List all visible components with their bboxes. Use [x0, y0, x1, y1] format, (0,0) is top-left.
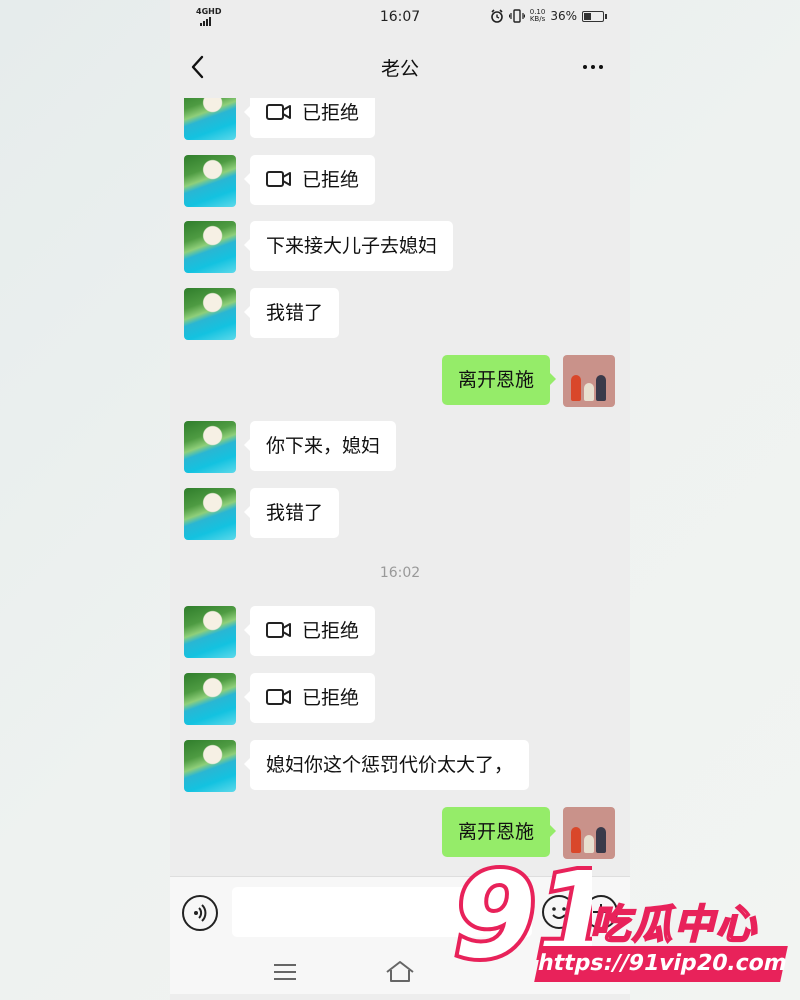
- video-camera-icon: [266, 103, 291, 120]
- message-row: 已拒绝: [170, 606, 630, 658]
- video-camera-icon: [266, 688, 291, 705]
- chat-header: 老公: [170, 34, 630, 98]
- message-row: 我错了: [170, 288, 630, 340]
- voice-waves-icon: [194, 904, 207, 922]
- contact-avatar[interactable]: [184, 98, 236, 140]
- video-camera-icon: [266, 170, 291, 187]
- network-speed: 0.10 KB/s: [529, 8, 546, 23]
- video-call-message[interactable]: 已拒绝: [243, 606, 376, 656]
- message-row: 媳妇你这个惩罚代价太大了，: [170, 740, 630, 792]
- video-call-message[interactable]: 已拒绝: [243, 155, 376, 205]
- text-message[interactable]: 你下来，媳妇: [243, 421, 397, 471]
- message-text: 已拒绝: [302, 169, 360, 191]
- contact-avatar[interactable]: [184, 673, 236, 725]
- battery-percent: 36%: [550, 9, 577, 23]
- message-row: 已拒绝: [170, 98, 630, 140]
- battery-icon: [582, 10, 607, 22]
- watermark: 91 吃瓜中心 https://91vip20.com: [452, 848, 792, 998]
- message-text: 已拒绝: [302, 620, 360, 642]
- message-row: 你下来，媳妇: [170, 421, 630, 473]
- message-row: 已拒绝: [170, 155, 630, 207]
- message-timestamp: 16:02: [379, 565, 421, 581]
- home-key-icon[interactable]: [384, 958, 416, 984]
- chat-title: 老公: [380, 58, 419, 80]
- message-row: 已拒绝: [170, 673, 630, 725]
- text-message[interactable]: 我错了: [243, 488, 340, 538]
- my-avatar[interactable]: [563, 355, 615, 407]
- contact-avatar[interactable]: [184, 288, 236, 340]
- message-row: 我错了: [170, 488, 630, 540]
- contact-avatar[interactable]: [184, 221, 236, 273]
- alarm-icon: [490, 9, 503, 23]
- message-text: 已拒绝: [302, 687, 360, 709]
- contact-avatar[interactable]: [184, 155, 236, 207]
- contact-avatar[interactable]: [184, 421, 236, 473]
- message-list[interactable]: 已拒绝 已拒绝 下来接大儿子去媳妇 我错了 离开恩施 你下来，媳妇 我错了 16…: [170, 98, 630, 876]
- watermark-url: https://91vip20.com: [534, 946, 789, 982]
- video-camera-icon: [266, 621, 291, 638]
- text-message[interactable]: 下来接大儿子去媳妇: [243, 221, 454, 271]
- contact-avatar[interactable]: [184, 488, 236, 540]
- status-bar: 4GHD 16:07 0.10 KB/s 36%: [170, 0, 630, 34]
- contact-avatar[interactable]: [184, 606, 236, 658]
- menu-key-icon[interactable]: [274, 964, 296, 980]
- watermark-name: 吃瓜中心: [589, 901, 758, 949]
- vibrate-icon: [508, 9, 525, 23]
- contact-avatar[interactable]: [184, 740, 236, 792]
- more-dots-icon[interactable]: [578, 54, 608, 80]
- text-message[interactable]: 我错了: [243, 288, 340, 338]
- message-row: 下来接大儿子去媳妇: [170, 221, 630, 273]
- voice-icon[interactable]: [182, 895, 218, 931]
- video-call-message[interactable]: 已拒绝: [243, 673, 376, 723]
- video-call-message[interactable]: 已拒绝: [243, 98, 376, 138]
- text-message[interactable]: 媳妇你这个惩罚代价太大了，: [243, 740, 530, 790]
- message-row: 离开恩施: [170, 355, 630, 407]
- text-message-outgoing[interactable]: 离开恩施: [441, 355, 557, 405]
- message-text: 已拒绝: [302, 102, 360, 124]
